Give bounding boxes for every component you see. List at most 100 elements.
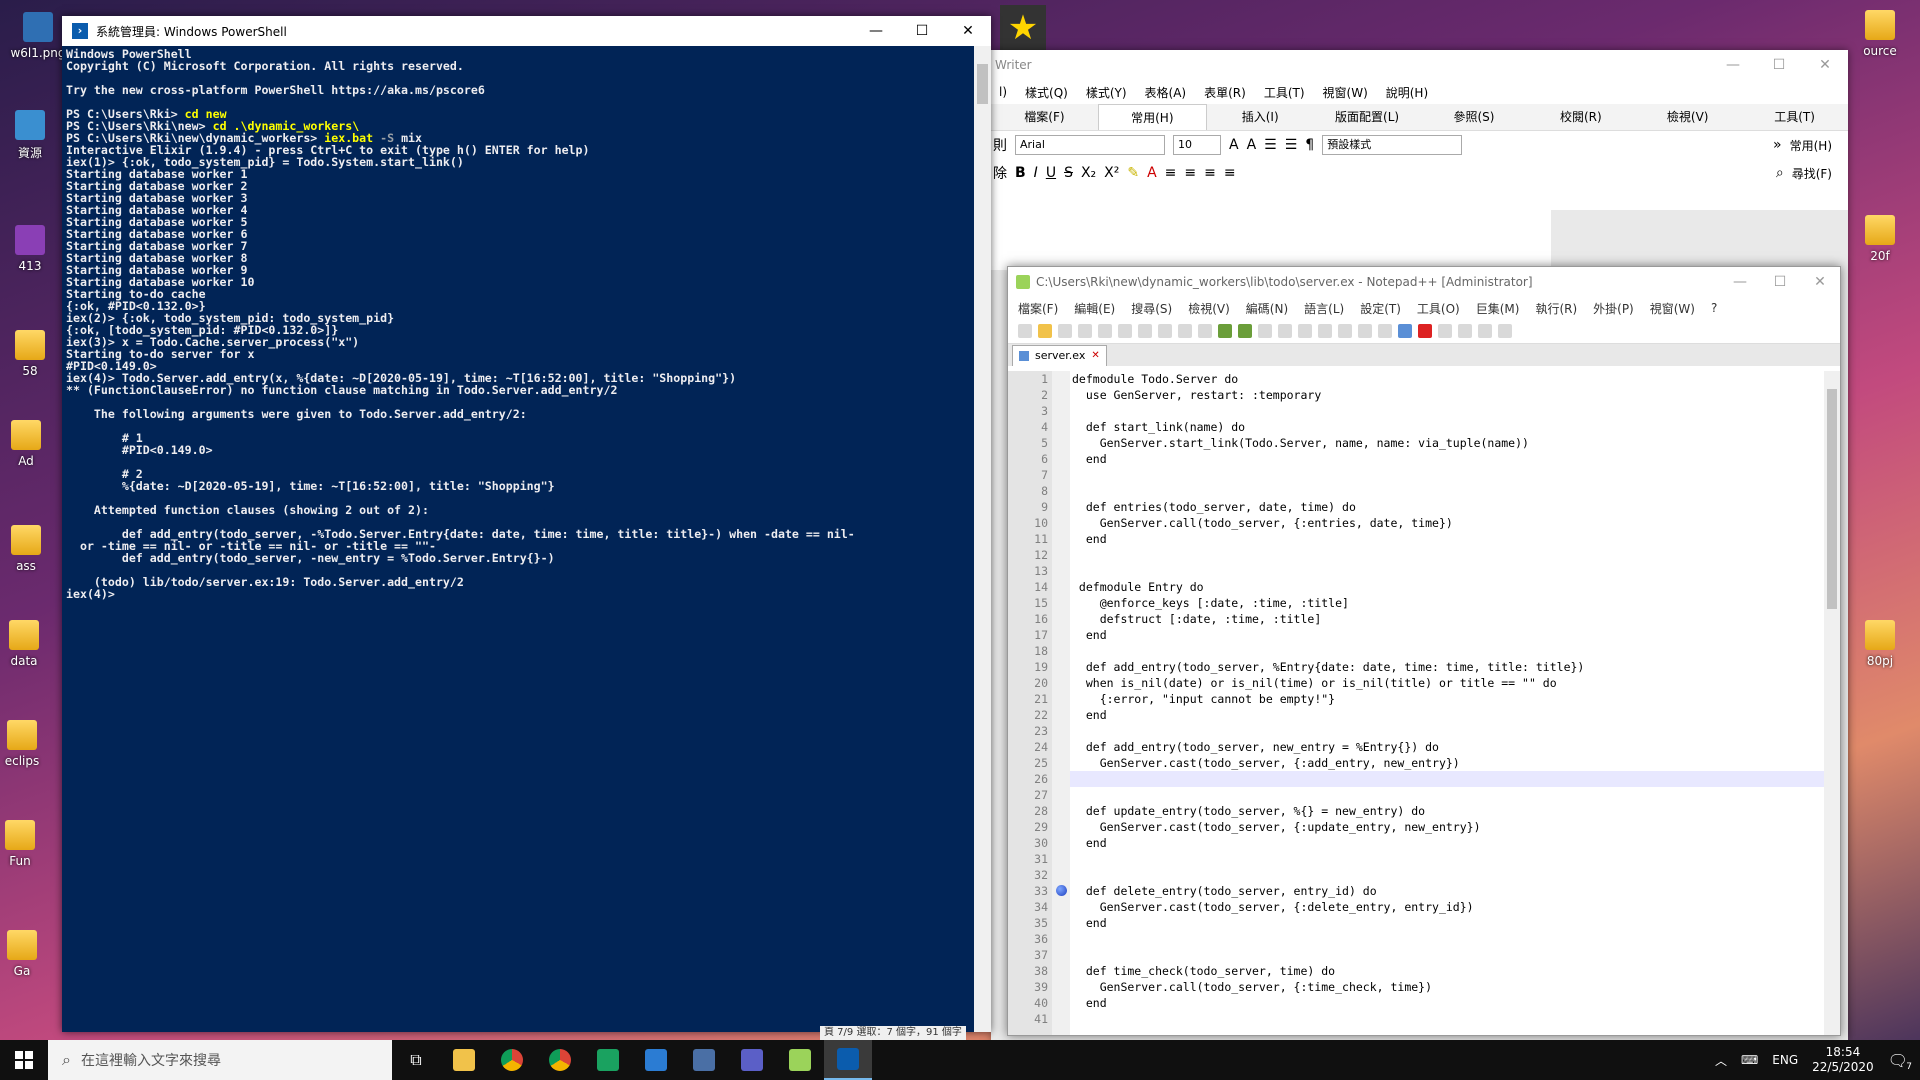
tab-references[interactable]: 參照(S) (1421, 104, 1528, 130)
menu-item[interactable]: 說明(H) (1386, 84, 1428, 101)
highlight-icon[interactable]: ✎ (1127, 165, 1139, 181)
menu-item[interactable]: 樣式(Y) (1086, 84, 1127, 101)
task-view-button[interactable]: ⧉ (392, 1040, 440, 1080)
font-size-combo[interactable]: 10 (1173, 135, 1221, 155)
taskbar-teams[interactable] (728, 1040, 776, 1080)
tab-view[interactable]: 檢視(V) (1634, 104, 1741, 130)
close-button[interactable]: ✕ (1800, 267, 1840, 297)
pilcrow-icon[interactable]: ¶ (1305, 137, 1314, 153)
clock[interactable]: 18:54 22/5/2020 (1812, 1045, 1874, 1075)
font-color-icon[interactable]: A (1147, 165, 1157, 181)
taskbar-file-explorer[interactable] (440, 1040, 488, 1080)
zoom-out-icon[interactable] (1318, 324, 1332, 338)
menu-item[interactable]: 樣式(Q) (1025, 84, 1068, 101)
menu-item[interactable]: ? (1711, 301, 1717, 315)
redo-icon[interactable] (1238, 324, 1252, 338)
code-editor[interactable]: 1 2 3 4 5 6 7 8 9 10 11 12 13 14 15 16 17 18 19 20 21 22 23 24 2… (1008, 371, 1840, 1035)
menu-item[interactable]: 表格(A) (1145, 84, 1187, 101)
star-app-icon[interactable]: ★ (1000, 5, 1046, 51)
print-icon[interactable] (1138, 324, 1152, 338)
code-area[interactable]: defmodule Todo.Server do use GenServer, … (1070, 371, 1840, 1035)
menu-item[interactable]: 外掛(P) (1593, 300, 1634, 317)
run-macro-icon[interactable] (1478, 324, 1492, 338)
italic-icon[interactable]: I (1034, 165, 1038, 181)
menu-item[interactable]: l) (999, 85, 1007, 99)
taskbar-image-viewer[interactable] (680, 1040, 728, 1080)
menu-item[interactable]: 執行(R) (1535, 300, 1577, 317)
menu-item[interactable]: 搜尋(S) (1131, 300, 1172, 317)
desktop-icon-7[interactable]: data (0, 620, 54, 668)
menu-item[interactable]: 檔案(F) (1018, 300, 1058, 317)
save-macro-icon[interactable] (1498, 324, 1512, 338)
tab-insert[interactable]: 插入(I) (1207, 104, 1314, 130)
grow-font-icon[interactable]: A (1229, 137, 1239, 153)
bookmark-margin[interactable] (1052, 371, 1070, 1035)
tab-home[interactable]: 常用(H) (1097, 104, 1207, 130)
numbering-icon[interactable]: ☰ (1285, 137, 1298, 153)
desktop-icon-w6l1[interactable]: w6l1.png (8, 12, 68, 60)
paste-icon[interactable] (1198, 324, 1212, 338)
tab-layout[interactable]: 版面配置(L) (1314, 104, 1421, 130)
keyboard-icon[interactable]: ⌨ (1741, 1053, 1758, 1067)
open-file-icon[interactable] (1038, 324, 1052, 338)
menu-item[interactable]: 設定(T) (1360, 300, 1401, 317)
desktop-icon-right-3[interactable]: 80pj (1850, 620, 1910, 668)
strikethrough-icon[interactable]: S (1064, 165, 1073, 181)
desktop-icon-3[interactable]: 413 (0, 225, 60, 273)
menu-item[interactable]: 視窗(W) (1650, 300, 1695, 317)
close-file-icon[interactable] (1098, 324, 1112, 338)
file-tab-server-ex[interactable]: server.ex ✕ (1012, 345, 1107, 366)
menu-item[interactable]: 工具(O) (1417, 300, 1460, 317)
show-all-chars-icon[interactable] (1378, 324, 1392, 338)
language-indicator[interactable]: ENG (1772, 1053, 1798, 1067)
start-button[interactable] (0, 1040, 48, 1080)
menu-item[interactable]: 編輯(E) (1074, 300, 1115, 317)
paragraph-style-combo[interactable]: 預設樣式 (1322, 135, 1463, 155)
desktop-icon-8[interactable]: eclips (0, 720, 52, 768)
taskbar-chrome[interactable] (488, 1040, 536, 1080)
play-macro-icon[interactable] (1458, 324, 1472, 338)
bullets-icon[interactable]: ☰ (1264, 137, 1277, 153)
new-file-icon[interactable] (1018, 324, 1032, 338)
close-button[interactable]: ✕ (1802, 50, 1848, 80)
font-name-combo[interactable]: Arial (1015, 135, 1165, 155)
taskbar-app-green[interactable] (584, 1040, 632, 1080)
tab-file[interactable]: 檔案(F) (991, 104, 1098, 130)
desktop-icon-right-1[interactable]: ource (1850, 10, 1910, 58)
maximize-button[interactable]: ☐ (1760, 267, 1800, 297)
console-output[interactable]: Windows PowerShell Copyright (C) Microsof… (62, 46, 991, 602)
menu-item[interactable]: 巨集(M) (1476, 300, 1520, 317)
code-text[interactable]: defmodule Todo.Server do use GenServer, … (1070, 371, 1840, 1027)
maximize-button[interactable]: ☐ (1756, 50, 1802, 80)
stop-macro-icon[interactable] (1438, 324, 1452, 338)
word-wrap-icon[interactable] (1358, 324, 1372, 338)
taskbar-writer[interactable] (632, 1040, 680, 1080)
maximize-button[interactable]: ☐ (899, 16, 945, 46)
record-macro-icon[interactable] (1418, 324, 1432, 338)
zoom-in-icon[interactable] (1298, 324, 1312, 338)
superscript-icon[interactable]: X² (1104, 165, 1119, 181)
console-scrollbar[interactable] (974, 46, 991, 1032)
taskbar-search-box[interactable]: ⌕ 在這裡輸入文字來搜尋 (48, 1040, 392, 1080)
find-label[interactable]: 尋找(F) (1792, 165, 1848, 182)
menu-item[interactable]: 檢視(V) (1188, 300, 1230, 317)
save-icon[interactable] (1058, 324, 1072, 338)
replace-icon[interactable] (1278, 324, 1292, 338)
find-icon[interactable] (1258, 324, 1272, 338)
menu-item[interactable]: 工具(T) (1264, 84, 1305, 101)
align-center-icon[interactable]: ≡ (1184, 165, 1196, 181)
underline-icon[interactable]: U (1046, 165, 1056, 181)
taskbar-notepadpp[interactable] (776, 1040, 824, 1080)
save-all-icon[interactable] (1078, 324, 1092, 338)
taskbar-chrome-2[interactable] (536, 1040, 584, 1080)
chevron-up-icon[interactable]: ︿ (1715, 1052, 1727, 1069)
shrink-font-icon[interactable]: A (1247, 137, 1257, 153)
menu-item[interactable]: 編碼(N) (1246, 300, 1288, 317)
align-left-icon[interactable]: ≡ (1165, 165, 1177, 181)
ribbon-home-label[interactable]: 常用(H) (1790, 137, 1848, 154)
taskbar-powershell[interactable] (824, 1040, 872, 1080)
close-all-icon[interactable] (1118, 324, 1132, 338)
close-button[interactable]: ✕ (945, 16, 991, 46)
align-right-icon[interactable]: ≡ (1204, 165, 1216, 181)
tab-review[interactable]: 校閱(R) (1527, 104, 1634, 130)
